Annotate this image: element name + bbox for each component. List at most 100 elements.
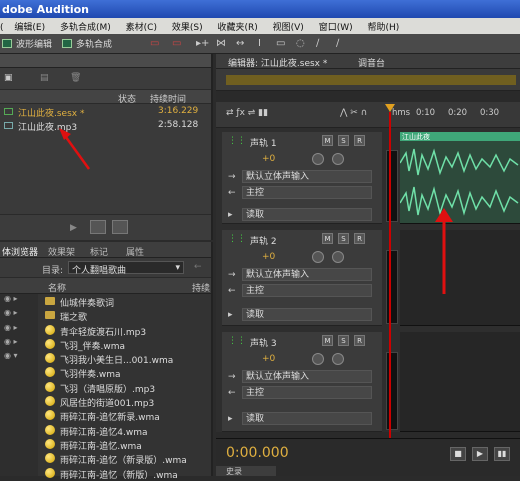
list-item[interactable]: 雨碎江南-追忆4.wma [40,423,213,438]
pan-knob[interactable] [312,251,324,263]
volume-knob[interactable] [332,153,344,165]
marquee-icon[interactable]: ▭ [276,38,285,49]
list-item[interactable]: 飞羽_伴奏.wma [40,337,213,352]
pan-knob[interactable] [312,153,324,165]
automation-select[interactable]: 读取 [242,208,372,221]
track-name[interactable]: 声轨 1 [250,136,277,149]
track-header[interactable]: ⋮⋮ 声轨 2 M S R +0 → 默认立体声输入 ← 主控 ▸ 读取 [222,230,382,326]
menu-window[interactable]: 窗口(W) [319,18,353,33]
drive-item[interactable]: ◉ ▸ [0,337,38,351]
menu-multitrack[interactable]: 多轨合成(M) [60,18,111,33]
input-select[interactable]: 默认立体声输入 [242,268,372,281]
back-arrow-icon[interactable]: ← [194,262,202,272]
brush-icon[interactable]: ∕ [316,38,319,49]
solo-button[interactable]: S [338,335,349,346]
tab-mixer[interactable]: 调音台 [358,56,385,69]
tab-properties[interactable]: 属性 [126,245,144,258]
duration-column-header[interactable]: 持续 [192,281,210,294]
delete-icon[interactable]: 🗑 [70,73,81,83]
mute-button[interactable]: M [322,335,333,346]
directory-select[interactable]: 个人翻唱歌曲 ▾ [68,261,184,276]
volume-value[interactable]: +0 [262,252,275,262]
expand-icon[interactable]: ▸ [228,414,233,424]
drive-item[interactable]: ◉ ▸ [0,294,38,308]
volume-value[interactable]: +0 [262,154,275,164]
solo-button[interactable]: S [338,233,349,244]
list-item[interactable]: 仙城伴奏歌词 [40,294,213,309]
record-button[interactable]: R [354,135,365,146]
solo-button[interactable]: S [338,135,349,146]
file-row[interactable]: 江山此夜.mp3 2:58.128 [0,118,211,133]
list-item[interactable]: 风居住的街道001.mp3 [40,394,213,409]
time-selection-icon[interactable]: I [258,38,261,49]
open-file-icon[interactable]: ▣ [4,73,13,83]
track-lane[interactable] [400,230,520,326]
overview-bar[interactable] [226,75,516,85]
track-lane[interactable]: 江山此夜 [400,132,520,224]
drive-item[interactable]: ◉ ▸ [0,308,38,322]
list-item[interactable]: 飞羽伴奏.wma [40,365,213,380]
list-item[interactable]: 雨碎江南-追忆新录.wma [40,408,213,423]
list-item[interactable]: 飞羽我小美生日...001.wma [40,351,213,366]
drive-item[interactable]: ◉ ▸ [0,323,38,337]
output-select[interactable]: 主控 [242,186,372,199]
slip-tool-icon[interactable]: ↔ [236,38,244,49]
list-item[interactable]: 飞羽（清唱原版）.mp3 [40,380,213,395]
time-ruler[interactable]: ⇄ ƒx ⇌ ▮▮ ⋀ ✂ ∩ hms 0:10 0:20 0:30 [216,102,520,128]
menu-help[interactable]: 帮助(H) [367,18,399,33]
expand-icon[interactable]: ▸ [228,310,233,320]
multitrack-button[interactable]: 多轨合成 [62,37,112,51]
healing-icon[interactable]: ∕ [336,38,339,49]
play-icon[interactable]: ▶ [70,223,77,233]
pitch-icon[interactable]: ▭ [172,38,181,49]
track-name[interactable]: 声轨 2 [250,234,277,247]
tab-markers[interactable]: 标记 [90,245,108,258]
input-select[interactable]: 默认立体声输入 [242,170,372,183]
record-button[interactable]: R [354,335,365,346]
output-select[interactable]: 主控 [242,386,372,399]
mute-button[interactable]: M [322,233,333,244]
list-item[interactable]: 雨碎江南-追忆.wma [40,437,213,452]
play-button[interactable]: ▶ [472,447,488,461]
list-item[interactable]: 青伞轻旋渡石川.mp3 [40,323,213,338]
volume-knob[interactable] [332,353,344,365]
menu-clip[interactable]: 素材(C) [126,18,157,33]
pause-button[interactable]: ▮▮ [494,447,510,461]
automation-select[interactable]: 读取 [242,308,372,321]
track-header[interactable]: ⋮⋮ 声轨 1 M S R +0 → 默认立体声输入 ← 主控 ▸ 读取 [222,132,382,224]
mute-button[interactable]: M [322,135,333,146]
loop-button[interactable] [90,220,106,234]
track-header[interactable]: ⋮⋮ 声轨 3 M S R +0 → 默认立体声输入 ← 主控 ▸ 读取 [222,332,382,432]
list-item[interactable]: 雨碎江南-追忆（新版）.wma [40,466,213,481]
file-row[interactable]: 江山此夜.sesx * 3:16.229 [0,104,211,119]
list-item[interactable]: 瑞之歌 [40,308,213,323]
name-column-header[interactable]: 名称 [48,281,66,294]
move-tool-icon[interactable]: ▸+ [196,38,209,49]
bottom-tab[interactable]: 史录 [216,466,276,476]
auto-play-button[interactable] [112,220,128,234]
expand-icon[interactable]: ▸ [228,210,233,220]
pan-knob[interactable] [312,353,324,365]
snap-icon[interactable]: ⋀ ✂ ∩ [340,108,367,118]
tab-media-browser[interactable]: 体浏览器 [2,245,38,258]
volume-value[interactable]: +0 [262,354,275,364]
menu-edit[interactable]: 编辑(E) [14,18,45,33]
menu-effects[interactable]: 效果(S) [172,18,203,33]
automation-select[interactable]: 读取 [242,412,372,425]
tab-editor[interactable]: 编辑器: 江山此夜.sesx * [228,56,327,69]
tab-effects-rack[interactable]: 效果架 [48,245,75,258]
list-item[interactable]: 雨碎江南-追忆（新录版）.wma [40,451,213,466]
spectral-icon[interactable]: ▭ [150,38,159,49]
input-select[interactable]: 默认立体声输入 [242,370,372,383]
lasso-icon[interactable]: ◌ [296,38,305,49]
record-button[interactable]: R [354,233,365,244]
track-name[interactable]: 声轨 3 [250,336,277,349]
fx-toggle-icon[interactable]: ⇄ ƒx ⇌ ▮▮ [226,108,268,118]
drive-item[interactable]: ◉ ▾ [0,351,38,365]
stop-button[interactable]: ■ [450,447,466,461]
volume-knob[interactable] [332,251,344,263]
waveform-editor-button[interactable]: 波形编辑 [2,37,52,51]
menu-file[interactable]: ( [0,21,4,33]
razor-tool-icon[interactable]: ⋈ [216,38,226,49]
track-lane[interactable] [400,332,520,432]
